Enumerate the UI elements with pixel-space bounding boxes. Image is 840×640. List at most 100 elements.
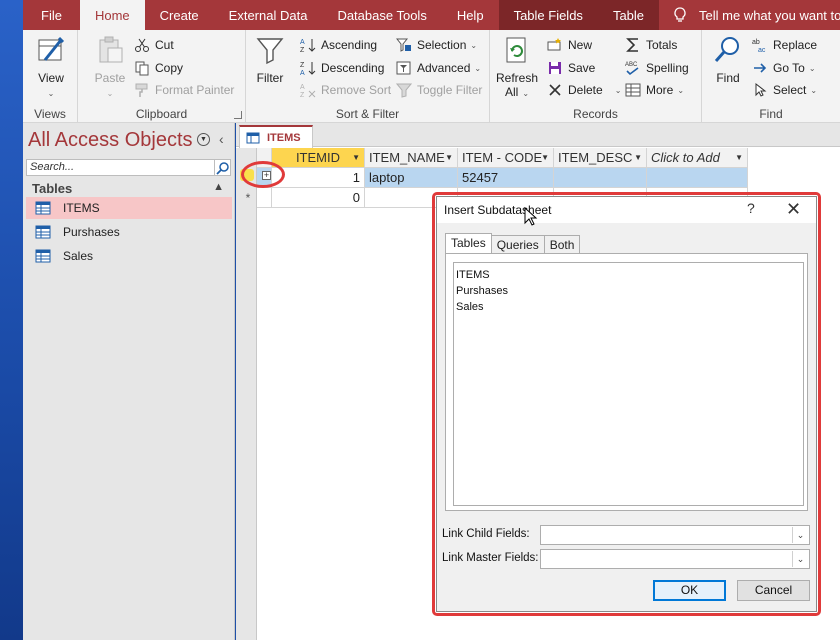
nav-item-items[interactable]: ITEMS — [26, 197, 232, 219]
table-cell-itemid[interactable]: 1 — [272, 168, 365, 188]
cancel-button[interactable]: Cancel — [737, 580, 810, 601]
ok-button[interactable]: OK — [653, 580, 726, 601]
document-tab-label: ITEMS — [267, 131, 301, 144]
link-child-fields-combo[interactable]: ⌄ — [540, 525, 810, 545]
descending-label: Descending — [321, 61, 385, 75]
spelling-button[interactable]: ABC Spelling — [625, 58, 689, 78]
column-header-label: ITEM_NAME — [369, 150, 445, 165]
list-item[interactable]: Sales — [456, 299, 801, 315]
tab-table[interactable]: Table — [597, 0, 660, 30]
delete-record-button[interactable]: Delete ⌄ — [547, 80, 621, 100]
search-icon[interactable] — [215, 159, 231, 176]
select-label: Select — [773, 83, 807, 97]
table-cell-click-to-add[interactable] — [647, 168, 748, 188]
tab-table-fields[interactable]: Table Fields — [498, 0, 598, 30]
tab-file[interactable]: File — [23, 0, 80, 30]
link-master-fields-combo[interactable]: ⌄ — [540, 549, 810, 569]
totals-label: Totals — [646, 38, 678, 52]
table-cell-item-name[interactable]: laptop — [365, 168, 458, 188]
subdatasheet-column — [257, 148, 272, 640]
toggle-filter-button[interactable]: Toggle Filter — [396, 80, 482, 100]
column-dropdown-icon[interactable]: ▼ — [541, 153, 549, 162]
advanced-button[interactable]: Advanced ⌄ — [396, 58, 481, 78]
more-button[interactable]: More ⌄ — [625, 80, 684, 100]
tab-tables[interactable]: Tables — [445, 233, 492, 254]
tab-external-data[interactable]: External Data — [214, 0, 323, 30]
totals-button[interactable]: Totals — [625, 35, 677, 55]
remove-sort-button[interactable]: AZ Remove Sort — [300, 80, 391, 100]
replace-button[interactable]: ab ac Replace — [752, 35, 817, 55]
list-item[interactable]: Purshases — [456, 283, 801, 299]
object-listbox[interactable]: ITEMS Purshases Sales — [453, 262, 804, 506]
chevron-down-icon[interactable]: ⌄ — [792, 527, 808, 543]
close-icon[interactable]: ✕ — [786, 199, 801, 220]
nav-section-label: Tables — [32, 181, 73, 196]
tab-both[interactable]: Both — [543, 235, 581, 254]
goto-button[interactable]: Go To ⌄ — [752, 58, 816, 78]
clipboard-launcher-icon[interactable] — [234, 111, 242, 119]
tab-create[interactable]: Create — [145, 0, 214, 30]
list-item[interactable]: ITEMS — [456, 267, 801, 283]
chevron-down-icon: ⌄ — [470, 40, 478, 50]
refresh-all-button[interactable]: Refresh All ⌄ — [494, 34, 540, 101]
column-dropdown-icon[interactable]: ▼ — [735, 153, 743, 162]
sort-descending-icon: ZA — [300, 62, 316, 76]
svg-text:ac: ac — [758, 47, 766, 53]
nav-search-input[interactable]: Search... — [26, 159, 215, 176]
table-cell-itemid[interactable]: 0 — [272, 188, 365, 208]
new-label: New — [568, 38, 593, 52]
delete-x-icon — [549, 84, 561, 96]
nav-title[interactable]: All Access Objects — [28, 129, 193, 152]
ascending-button[interactable]: AZ Ascending — [300, 35, 377, 55]
table-cell-item-code[interactable]: 52457 — [458, 168, 554, 188]
save-record-button[interactable]: Save — [547, 58, 595, 78]
nav-item-purshases[interactable]: Purshases — [26, 221, 232, 243]
tab-help[interactable]: Help — [442, 0, 499, 30]
column-header-item-desc[interactable]: ITEM_DESC ▼ — [554, 148, 647, 168]
nav-item-sales[interactable]: Sales — [26, 245, 232, 267]
refresh-icon — [506, 37, 526, 63]
chevron-down-icon[interactable]: ⌄ — [792, 551, 808, 567]
nav-dropdown-icon[interactable]: ▼ — [197, 133, 210, 146]
column-header-click-to-add[interactable]: Click to Add ▼ — [647, 148, 748, 168]
new-record-marker[interactable]: * — [239, 188, 257, 208]
column-header-item-name[interactable]: ITEM_NAME ▼ — [365, 148, 458, 168]
funnel-icon — [256, 38, 284, 65]
find-button[interactable]: Find — [708, 34, 748, 85]
column-header-itemid[interactable]: ITEMID ▼ — [272, 148, 365, 168]
paste-button[interactable]: Paste ⌄ — [88, 34, 132, 99]
sort-ascending-icon: AZ — [300, 39, 316, 53]
descending-button[interactable]: ZA Descending — [300, 58, 384, 78]
spelling-label: Spelling — [646, 61, 689, 75]
paste-icon — [99, 36, 123, 63]
table-cell-item-desc[interactable] — [554, 168, 647, 188]
new-record-button[interactable]: New — [547, 35, 592, 55]
column-header-item-code[interactable]: ITEM - CODE ▼ — [458, 148, 554, 168]
tab-queries[interactable]: Queries — [490, 235, 545, 254]
column-dropdown-icon[interactable]: ▼ — [352, 153, 360, 162]
copy-label: Copy — [155, 61, 184, 75]
tell-me-search[interactable]: Tell me what you want to do — [659, 0, 840, 30]
toggle-filter-label: Toggle Filter — [417, 83, 483, 97]
view-button[interactable]: View ⌄ — [31, 34, 71, 99]
filter-button[interactable]: Filter — [250, 34, 290, 85]
save-icon — [549, 62, 561, 74]
column-dropdown-icon[interactable]: ▼ — [634, 153, 642, 162]
dialog-titlebar[interactable]: Insert Subdatasheet ? ✕ — [437, 197, 816, 223]
tab-home[interactable]: Home — [79, 0, 145, 30]
collapse-pane-icon[interactable]: ‹ — [219, 131, 224, 147]
copy-button[interactable]: Copy — [134, 58, 183, 78]
tab-database-tools[interactable]: Database Tools — [322, 0, 441, 30]
format-painter-button[interactable]: Format Painter — [134, 80, 234, 100]
column-dropdown-icon[interactable]: ▼ — [445, 153, 453, 162]
chevron-down-icon: ⌄ — [677, 85, 685, 95]
document-tab-items[interactable]: ITEMS — [239, 125, 313, 148]
select-button[interactable]: Select ⌄ — [752, 80, 817, 100]
selection-button[interactable]: Selection ⌄ — [396, 35, 477, 55]
cut-button[interactable]: Cut — [134, 35, 174, 55]
subdatasheet-cell — [257, 188, 272, 208]
help-icon[interactable]: ? — [747, 200, 755, 216]
table-icon — [246, 132, 260, 143]
group-label-clipboard: Clipboard — [135, 107, 188, 121]
group-label-find: Find — [759, 107, 783, 121]
